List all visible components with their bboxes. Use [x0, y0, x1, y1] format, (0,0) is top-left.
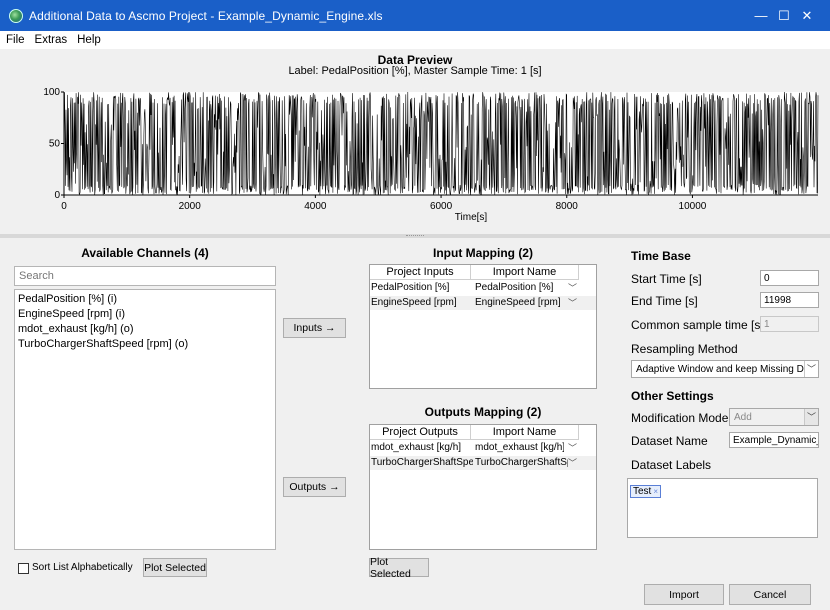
title-bar[interactable]: Additional Data to Ascmo Project - Examp… — [0, 0, 830, 31]
splitter-handle[interactable] — [0, 234, 830, 238]
start-time-label: Start Time [s] — [631, 272, 702, 286]
y-tick-label: 0 — [54, 190, 60, 201]
import-name-cell[interactable]: TurboChargerShaftSpee — [474, 456, 568, 470]
app-logo-icon — [9, 8, 23, 23]
modification-mode-label: Modification Mode — [631, 411, 729, 425]
list-item[interactable]: mdot_exhaust [kg/h] (o) — [17, 322, 273, 337]
chevron-down-icon[interactable]: ﹀ — [568, 281, 577, 295]
channel-list[interactable]: PedalPosition [%] (i) EngineSpeed [rpm] … — [14, 289, 276, 550]
dataset-labels-label: Dataset Labels — [631, 458, 712, 472]
chevron-down-icon[interactable]: ﹀ — [568, 296, 577, 310]
project-output-cell: TurboChargerShaftSpee... — [371, 457, 473, 468]
project-input-cell: EngineSpeed [rpm] — [371, 297, 457, 308]
modification-mode-select: Add ﹀ — [729, 408, 819, 426]
table-row[interactable]: mdot_exhaust [kg/h] mdot_exhaust [kg/h] … — [370, 441, 596, 455]
app-window: Additional Data to Ascmo Project - Examp… — [0, 0, 830, 610]
output-mapping-table[interactable]: Project Outputs Import Name mdot_exhaust… — [369, 424, 597, 550]
dataset-name-label: Dataset Name — [631, 434, 708, 448]
project-input-cell: PedalPosition [%] — [371, 282, 450, 293]
project-output-cell: mdot_exhaust [kg/h] — [371, 442, 462, 453]
modification-mode-value: Add — [734, 412, 752, 423]
chevron-down-icon[interactable]: ﹀ — [804, 361, 818, 377]
resampling-method-label: Resampling Method — [631, 342, 738, 356]
input-mapping-title: Input Mapping (2) — [433, 246, 533, 260]
preview-chart[interactable]: 0 2000 4000 6000 8000 10000 0 50 100 Time[s] — [0, 49, 830, 233]
import-button[interactable]: Import — [644, 584, 724, 605]
other-settings-title: Other Settings — [631, 389, 714, 403]
menu-extras[interactable]: Extras — [29, 34, 72, 46]
label-tag[interactable]: Test × — [630, 485, 662, 498]
table-row[interactable]: PedalPosition [%] PedalPosition [%] ﹀ — [370, 281, 596, 295]
list-item[interactable]: EngineSpeed [rpm] (i) — [17, 307, 273, 322]
x-tick-label: 10000 — [679, 201, 707, 212]
plot-selected-channels-button[interactable]: Plot Selected — [143, 558, 207, 577]
start-time-input[interactable]: 0 — [760, 270, 819, 286]
table-row[interactable]: EngineSpeed [rpm] EngineSpeed [rpm] ﹀ — [370, 296, 596, 310]
close-button[interactable]: ✕ — [784, 0, 830, 31]
sort-alphabetically-checkbox[interactable] — [18, 563, 29, 574]
menu-bar: File Extras Help — [0, 31, 830, 49]
plot-selected-mapping-button[interactable]: Plot Selected — [369, 556, 429, 580]
chevron-down-icon: ﹀ — [804, 409, 818, 425]
column-header[interactable]: Project Inputs — [370, 265, 471, 280]
import-name-cell[interactable]: EngineSpeed [rpm] — [474, 296, 564, 310]
y-tick-label: 50 — [49, 139, 61, 150]
resampling-method-value: Adaptive Window and keep Missing Data — [636, 364, 818, 375]
table-row[interactable]: TurboChargerShaftSpee... TurboChargerSha… — [370, 456, 596, 470]
input-mapping-table[interactable]: Project Inputs Import Name PedalPosition… — [369, 264, 597, 389]
column-header[interactable]: Import Name — [471, 265, 579, 280]
x-tick-label: 8000 — [556, 201, 579, 212]
table-header: Project Outputs Import Name — [370, 425, 596, 440]
end-time-label: End Time [s] — [631, 294, 698, 308]
window-title: Additional Data to Ascmo Project - Examp… — [29, 8, 383, 23]
sort-alphabetically-label: Sort List Alphabetically — [32, 562, 133, 573]
menu-help[interactable]: Help — [71, 34, 105, 46]
resampling-method-select[interactable]: Adaptive Window and keep Missing Data ﹀ — [631, 360, 819, 378]
table-header: Project Inputs Import Name — [370, 265, 596, 280]
common-sample-time-input: 1 — [760, 316, 819, 332]
tag-text: Test — [633, 486, 652, 497]
x-tick-label: 0 — [61, 201, 67, 212]
column-header[interactable]: Project Outputs — [370, 425, 471, 440]
x-tick-label: 2000 — [179, 201, 202, 212]
list-item[interactable]: PedalPosition [%] (i) — [17, 292, 273, 307]
chevron-down-icon[interactable]: ﹀ — [568, 441, 577, 455]
splitter-grip[interactable] — [406, 235, 424, 237]
column-header[interactable]: Import Name — [471, 425, 579, 440]
search-input[interactable]: Search — [14, 266, 276, 286]
import-name-cell[interactable]: mdot_exhaust [kg/h] — [474, 441, 564, 455]
chevron-down-icon[interactable]: ﹀ — [568, 456, 577, 470]
outputs-button[interactable]: Outputs → — [283, 477, 346, 497]
cancel-button[interactable]: Cancel — [729, 584, 811, 605]
x-axis-label: Time[s] — [455, 212, 488, 223]
time-base-title: Time Base — [631, 249, 691, 263]
inputs-button[interactable]: Inputs → — [283, 318, 346, 338]
output-mapping-title: Outputs Mapping (2) — [424, 405, 542, 419]
common-sample-time-label: Common sample time [s] — [631, 318, 764, 332]
list-item[interactable]: TurboChargerShaftSpeed [rpm] (o) — [17, 337, 273, 352]
import-name-cell[interactable]: PedalPosition [%] — [474, 281, 564, 295]
y-tick-label: 100 — [43, 87, 60, 98]
dataset-name-input[interactable]: Example_Dynamic_Er — [729, 432, 819, 448]
available-channels-title: Available Channels (4) — [81, 246, 209, 260]
menu-file[interactable]: File — [0, 34, 29, 46]
x-tick-label: 4000 — [304, 201, 327, 212]
data-preview: Data Preview Label: PedalPosition [%], M… — [0, 49, 830, 233]
end-time-input[interactable]: 11998 — [760, 292, 819, 308]
remove-tag-icon[interactable]: × — [653, 486, 658, 497]
dataset-labels-input[interactable]: Test × — [627, 478, 818, 538]
x-tick-label: 6000 — [430, 201, 453, 212]
